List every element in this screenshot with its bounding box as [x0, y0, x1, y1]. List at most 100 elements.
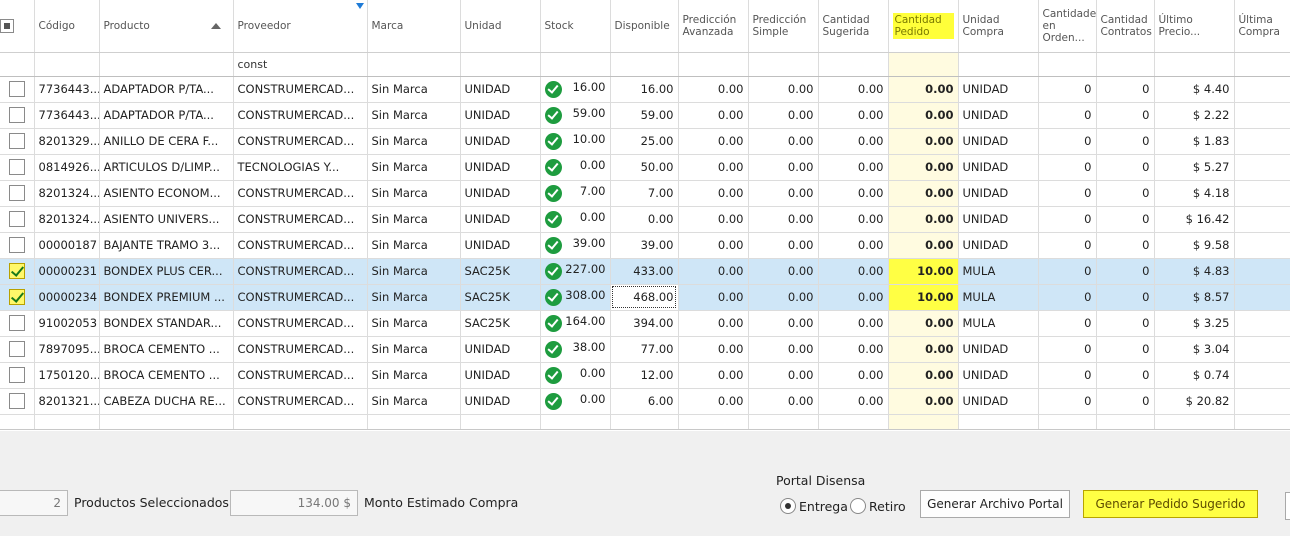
cell-disponible[interactable]: 25.00 — [610, 128, 679, 155]
cell-marca[interactable]: Sin Marca — [367, 128, 461, 155]
row-checkbox[interactable] — [8, 211, 25, 227]
cell-stock[interactable]: 10.00 — [540, 128, 611, 155]
cell-ultimo-precio[interactable]: $ 4.83 — [1154, 258, 1235, 285]
cell-cantidades-orden[interactable]: 0 — [1038, 336, 1097, 363]
cell-disponible[interactable]: 7.00 — [610, 180, 679, 207]
col-header-unidad-compra[interactable]: Unidad Compra — [958, 0, 1039, 53]
cell-ultimo-precio[interactable]: $ 2.22 — [1154, 102, 1235, 129]
cell-cantidad-pedido[interactable]: 0.00 — [888, 232, 959, 259]
cell-cantidades-orden[interactable]: 0 — [1038, 102, 1097, 129]
table-row[interactable]: 8201329... ANILLO DE CERA F... CONSTRUMERC… — [0, 128, 1290, 155]
table-row[interactable]: 00000231 BONDEX PLUS CER... CONSTRUMERCAD.… — [0, 258, 1290, 285]
cell-proveedor[interactable]: CONSTRUMERCAD... — [233, 206, 368, 233]
cell-unidad-compra[interactable]: UNIDAD — [958, 76, 1039, 103]
col-header-unidad[interactable]: Unidad — [460, 0, 541, 53]
row-select-cell[interactable] — [0, 76, 35, 103]
cell-prediccion-avanzada[interactable]: 0.00 — [678, 128, 749, 155]
cell-unidad[interactable]: UNIDAD — [460, 362, 541, 389]
col-header-proveedor[interactable]: Proveedor — [233, 0, 368, 53]
cell-cantidad-sugerida[interactable]: 0.00 — [818, 258, 889, 285]
cell-stock[interactable]: 7.00 — [540, 180, 611, 207]
cell-prediccion-avanzada[interactable]: 0.00 — [678, 180, 749, 207]
cell-cantidad-pedido[interactable]: 10.00 — [888, 284, 959, 311]
cell-producto[interactable]: ASIENTO UNIVERS... — [99, 206, 234, 233]
cell-cantidad-contratos[interactable]: 0 — [1096, 310, 1155, 337]
cell-proveedor[interactable]: CONSTRUMERCAD... — [233, 388, 368, 415]
cell-prediccion-avanzada[interactable]: 0.00 — [678, 362, 749, 389]
cell-unidad-compra[interactable]: UNIDAD — [958, 180, 1039, 207]
cell-marca[interactable]: Sin Marca — [367, 336, 461, 363]
row-select-cell[interactable] — [0, 362, 35, 389]
cell-cantidad-pedido[interactable]: 0.00 — [888, 206, 959, 233]
row-select-cell[interactable] — [0, 180, 35, 207]
cell-unidad[interactable]: UNIDAD — [460, 76, 541, 103]
cell-stock[interactable]: 16.00 — [540, 76, 611, 103]
cell-cantidad-pedido[interactable]: 0.00 — [888, 128, 959, 155]
cell-disponible[interactable]: 39.00 — [610, 232, 679, 259]
row-checkbox[interactable] — [8, 133, 25, 149]
cell-producto[interactable]: BAJANTE TRAMO 3... — [99, 232, 234, 259]
cell-codigo[interactable]: 8201324... — [34, 180, 100, 207]
table-row[interactable]: 8201324... ASIENTO UNIVERS... CONSTRUMERCA… — [0, 206, 1290, 233]
row-checkbox[interactable] — [8, 341, 25, 357]
row-checkbox[interactable] — [8, 185, 25, 201]
cell-ultima-compra[interactable] — [1234, 206, 1290, 233]
cell-ultima-compra[interactable] — [1234, 336, 1290, 363]
cell-prediccion-simple[interactable]: 0.00 — [748, 102, 819, 129]
cell-codigo[interactable]: 7897095... — [34, 336, 100, 363]
col-header-ultima-compra[interactable]: Última Compra — [1234, 0, 1290, 53]
cell-proveedor[interactable]: TECNOLOGIAS Y... — [233, 154, 368, 181]
cell-disponible[interactable]: 77.00 — [610, 336, 679, 363]
cell-cantidades-orden[interactable]: 0 — [1038, 154, 1097, 181]
cell-cantidad-contratos[interactable]: 0 — [1096, 258, 1155, 285]
col-header-producto[interactable]: Producto — [99, 0, 234, 53]
cell-unidad-compra[interactable]: UNIDAD — [958, 362, 1039, 389]
cell-unidad-compra[interactable]: UNIDAD — [958, 102, 1039, 129]
cell-codigo[interactable]: 8201324... — [34, 206, 100, 233]
filter-cell[interactable] — [367, 52, 461, 77]
cell-unidad-compra[interactable]: UNIDAD — [958, 128, 1039, 155]
cell-unidad[interactable]: SAC25K — [460, 284, 541, 311]
cell-disponible[interactable]: 12.00 — [610, 362, 679, 389]
cell-ultima-compra[interactable]: 2 — [1234, 310, 1290, 337]
radio-retiro[interactable] — [850, 498, 866, 514]
filter-cell[interactable] — [1234, 52, 1290, 77]
cell-ultimo-precio[interactable]: $ 20.82 — [1154, 388, 1235, 415]
cell-proveedor[interactable]: CONSTRUMERCAD... — [233, 284, 368, 311]
cell-cantidad-contratos[interactable]: 0 — [1096, 180, 1155, 207]
table-row[interactable]: 1750120... BROCA CEMENTO ... CONSTRUMERCAD… — [0, 362, 1290, 389]
table-row[interactable]: 00000234 BONDEX PREMIUM ... CONSTRUMERCAD.… — [0, 284, 1290, 311]
filter-cell[interactable] — [1038, 52, 1097, 77]
cell-prediccion-simple[interactable]: 0.00 — [748, 284, 819, 311]
cell-unidad-compra[interactable]: MULA — [958, 258, 1039, 285]
cell-ultimo-precio[interactable]: $ 3.04 — [1154, 336, 1235, 363]
cell-prediccion-avanzada[interactable]: 0.00 — [678, 388, 749, 415]
col-header-stock[interactable]: Stock — [540, 0, 611, 53]
cell-ultima-compra[interactable] — [1234, 362, 1290, 389]
table-row[interactable]: 7736443... ADAPTADOR P/TA... CONSTRUMERCAD… — [0, 102, 1290, 129]
cell-cantidad-contratos[interactable]: 0 — [1096, 206, 1155, 233]
cell-proveedor[interactable]: CONSTRUMERCAD... — [233, 336, 368, 363]
cell-cantidad-sugerida[interactable]: 0.00 — [818, 154, 889, 181]
cell-codigo[interactable]: 7736443... — [34, 102, 100, 129]
cell-ultimo-precio[interactable]: $ 4.18 — [1154, 180, 1235, 207]
select-all-checkbox[interactable] — [0, 18, 14, 33]
cell-disponible[interactable]: 468.00 — [610, 284, 679, 311]
cell-unidad-compra[interactable]: UNIDAD — [958, 154, 1039, 181]
cell-prediccion-simple[interactable]: 0.00 — [748, 206, 819, 233]
row-select-cell[interactable] — [0, 284, 35, 311]
cell-cantidad-contratos[interactable]: 0 — [1096, 154, 1155, 181]
row-select-cell[interactable] — [0, 258, 35, 285]
cell-prediccion-simple[interactable]: 0.00 — [748, 388, 819, 415]
cell-unidad-compra[interactable]: MULA — [958, 284, 1039, 311]
cell-marca[interactable]: Sin Marca — [367, 362, 461, 389]
cell-cantidad-sugerida[interactable]: 0.00 — [818, 76, 889, 103]
cell-stock[interactable]: 164.00 — [540, 310, 611, 337]
cell-unidad[interactable]: UNIDAD — [460, 180, 541, 207]
cell-producto[interactable]: BONDEX STANDAR... — [99, 310, 234, 337]
filter-cell[interactable] — [958, 52, 1039, 77]
cell-codigo[interactable]: 91002053 — [34, 310, 100, 337]
col-header-cantidades-orden[interactable]: Cantidades en Orden... — [1038, 0, 1097, 53]
cell-cantidades-orden[interactable]: 0 — [1038, 362, 1097, 389]
cell-unidad[interactable]: UNIDAD — [460, 206, 541, 233]
